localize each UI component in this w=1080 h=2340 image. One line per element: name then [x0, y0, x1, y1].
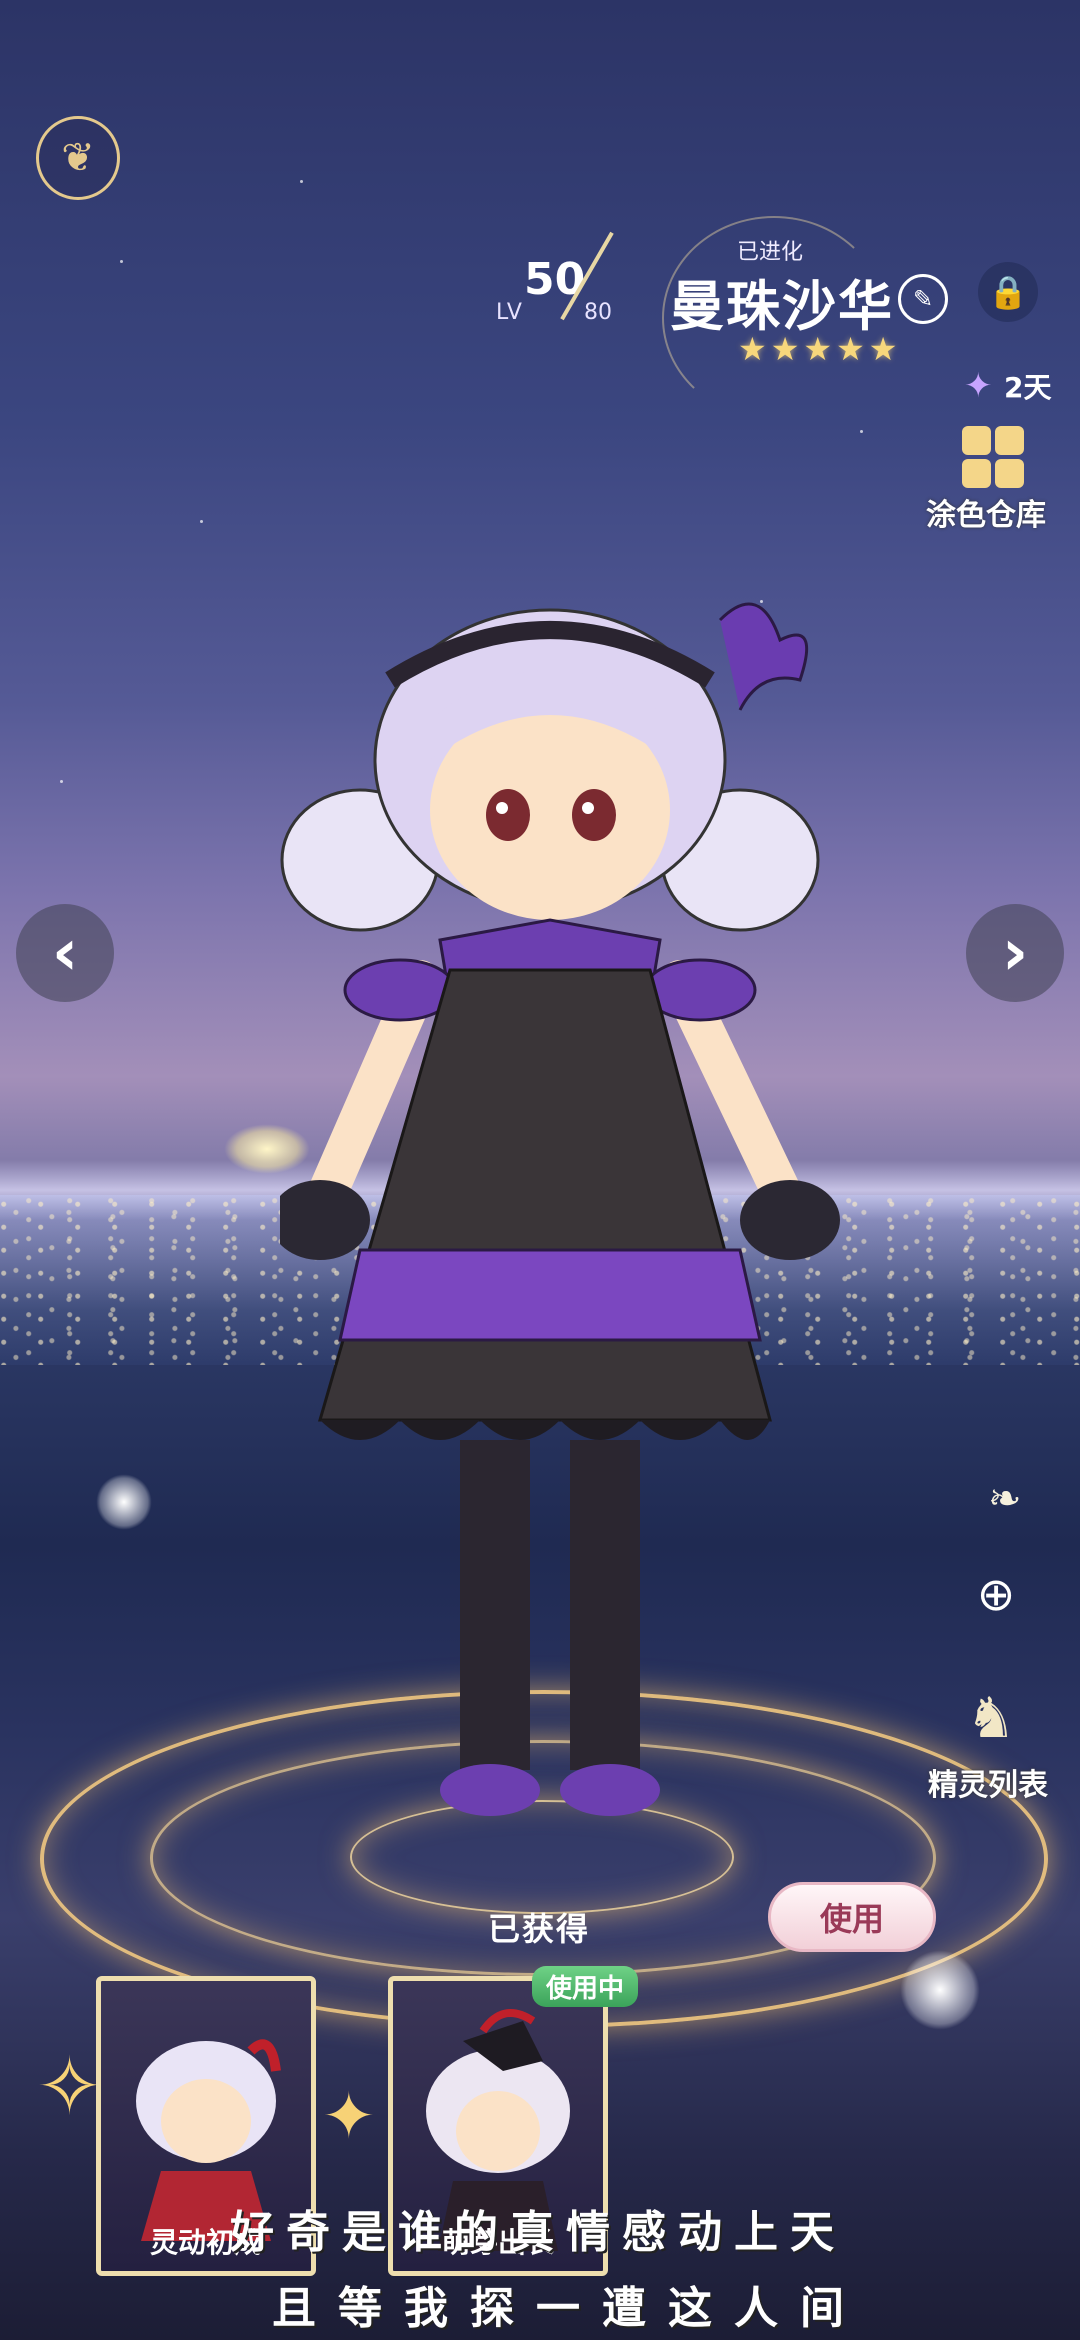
- star-icon: ★: [770, 330, 800, 368]
- gem-icon: ✦: [964, 366, 993, 406]
- next-arrow-button[interactable]: ›: [966, 904, 1064, 1002]
- star-icon: ★: [803, 330, 833, 368]
- use-button[interactable]: 使用: [768, 1882, 936, 1952]
- background-star: [200, 520, 203, 523]
- character-model: [280, 602, 840, 1816]
- edit-name-icon[interactable]: ✎: [898, 274, 948, 324]
- background-star: [120, 260, 123, 263]
- obtained-status: 已获得: [488, 1910, 591, 1948]
- background-star: [300, 180, 303, 183]
- sparkle-left-icon: ✧: [36, 2040, 104, 2133]
- star-icon: ★: [738, 330, 767, 368]
- spirit-list-icon[interactable]: ♞: [948, 1680, 1034, 1756]
- light-orb: [96, 1474, 152, 1530]
- light-orb: [900, 1950, 980, 2030]
- lyric-line-2: 且等我探一遭这人间: [272, 2283, 866, 2334]
- star-icon: ★: [836, 330, 865, 368]
- in-use-badge: 使用中: [532, 1966, 639, 2007]
- duration-indicator: ✦ 2天: [964, 366, 1051, 406]
- color-storage-icon[interactable]: [962, 426, 1024, 488]
- duration-text: 2天: [1004, 371, 1052, 404]
- feather-icon[interactable]: ❧: [988, 1476, 1022, 1522]
- lock-icon[interactable]: 🔒: [978, 262, 1038, 322]
- background-star: [860, 430, 863, 433]
- zoom-in-icon[interactable]: ⊕: [966, 1564, 1026, 1624]
- back-emblem-icon[interactable]: ❦: [36, 116, 120, 200]
- color-storage-label[interactable]: 涂色仓库: [926, 490, 1046, 534]
- level-label: LV: [496, 300, 523, 325]
- background-star: [60, 780, 63, 783]
- star-icon: ★: [868, 330, 898, 368]
- level-max: 80: [584, 300, 612, 325]
- previous-arrow-button[interactable]: ‹: [16, 904, 114, 1002]
- star-rating: ★ ★ ★ ★ ★: [738, 330, 897, 368]
- spirit-list-label[interactable]: 精灵列表: [928, 1760, 1048, 1804]
- sparkle-mid-icon: ✦: [322, 2080, 376, 2154]
- lyric-line-1: 好奇是谁的真情感动上天: [230, 2207, 846, 2258]
